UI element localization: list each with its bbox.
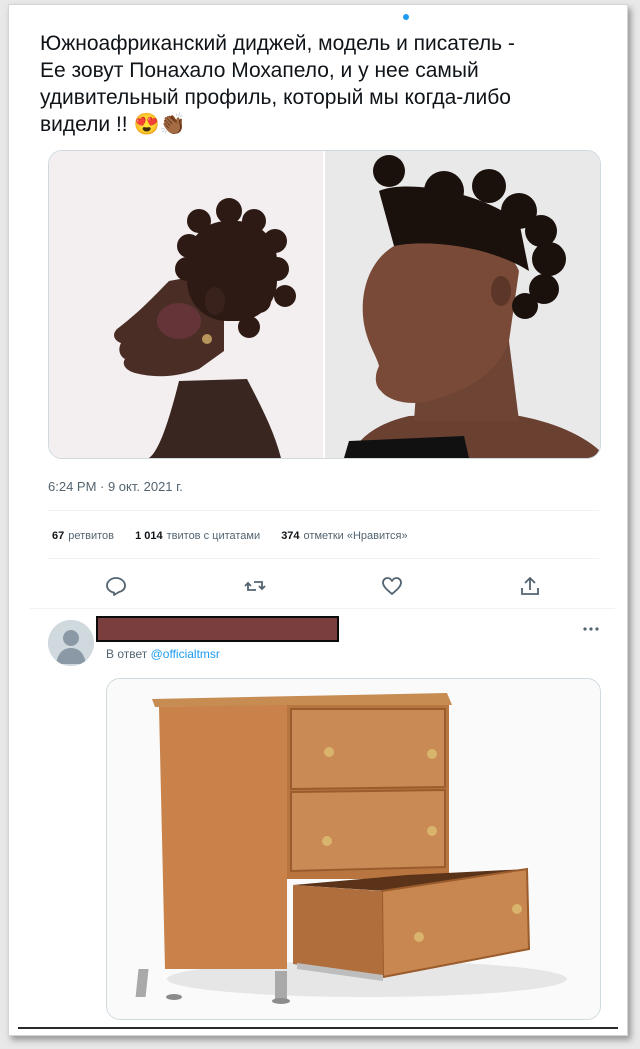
tweet-text-line: удивительный профиль, который мы когда-л… bbox=[40, 86, 511, 109]
bottom-rule bbox=[18, 1027, 618, 1029]
more-icon[interactable] bbox=[581, 622, 601, 636]
quotes-stat[interactable]: 1 014 твитов с цитатами bbox=[135, 530, 260, 542]
reply-icon[interactable] bbox=[104, 574, 128, 598]
tweet-actions bbox=[48, 570, 599, 602]
quotes-label: твитов с цитатами bbox=[166, 530, 261, 542]
quotes-count: 1 014 bbox=[135, 530, 163, 542]
retweet-icon[interactable] bbox=[243, 574, 267, 598]
divider bbox=[30, 608, 615, 609]
heart-icon[interactable] bbox=[380, 574, 404, 598]
tweet-text: Южноафриканский диджей, модель и писател… bbox=[40, 30, 580, 138]
replying-to: В ответ @officialtmsr bbox=[106, 647, 220, 661]
divider bbox=[48, 510, 599, 511]
replying-handle-link[interactable]: @officialtmsr bbox=[151, 647, 220, 661]
retweets-stat[interactable]: 67 ретвитов bbox=[52, 530, 114, 542]
photo-right[interactable] bbox=[325, 151, 600, 458]
avatar[interactable] bbox=[48, 620, 94, 666]
likes-stat[interactable]: 374 отметки «Нравится» bbox=[281, 530, 407, 542]
tweet-text-line: видели !! 😍👏🏾 bbox=[40, 113, 186, 136]
top-indicator-icon bbox=[403, 14, 409, 20]
tweet-media[interactable] bbox=[48, 150, 601, 459]
share-icon[interactable] bbox=[518, 574, 542, 598]
replying-prefix: В ответ bbox=[106, 647, 148, 661]
tweet-stats: 67 ретвитов 1 014 твитов с цитатами 374 отм… bbox=[52, 530, 426, 542]
retweets-label: ретвитов bbox=[68, 530, 115, 542]
default-avatar-icon bbox=[48, 620, 94, 666]
likes-label: отметки «Нравится» bbox=[303, 530, 408, 542]
redacted-username bbox=[96, 616, 339, 642]
divider bbox=[48, 558, 599, 559]
reply-media[interactable] bbox=[106, 678, 601, 1020]
photo-left[interactable] bbox=[49, 151, 323, 458]
likes-count: 374 bbox=[281, 530, 300, 542]
tweet-photos bbox=[49, 151, 600, 458]
dresser-photo bbox=[107, 679, 600, 1019]
tweet-timestamp[interactable]: 6:24 PM · 9 окт. 2021 г. bbox=[48, 479, 183, 494]
tweet-text-line: Ее зовут Понахало Мохапело, и у нее самы… bbox=[40, 59, 479, 82]
retweets-count: 67 bbox=[52, 530, 65, 542]
tweet-text-line: Южноафриканский диджей, модель и писател… bbox=[40, 32, 515, 55]
